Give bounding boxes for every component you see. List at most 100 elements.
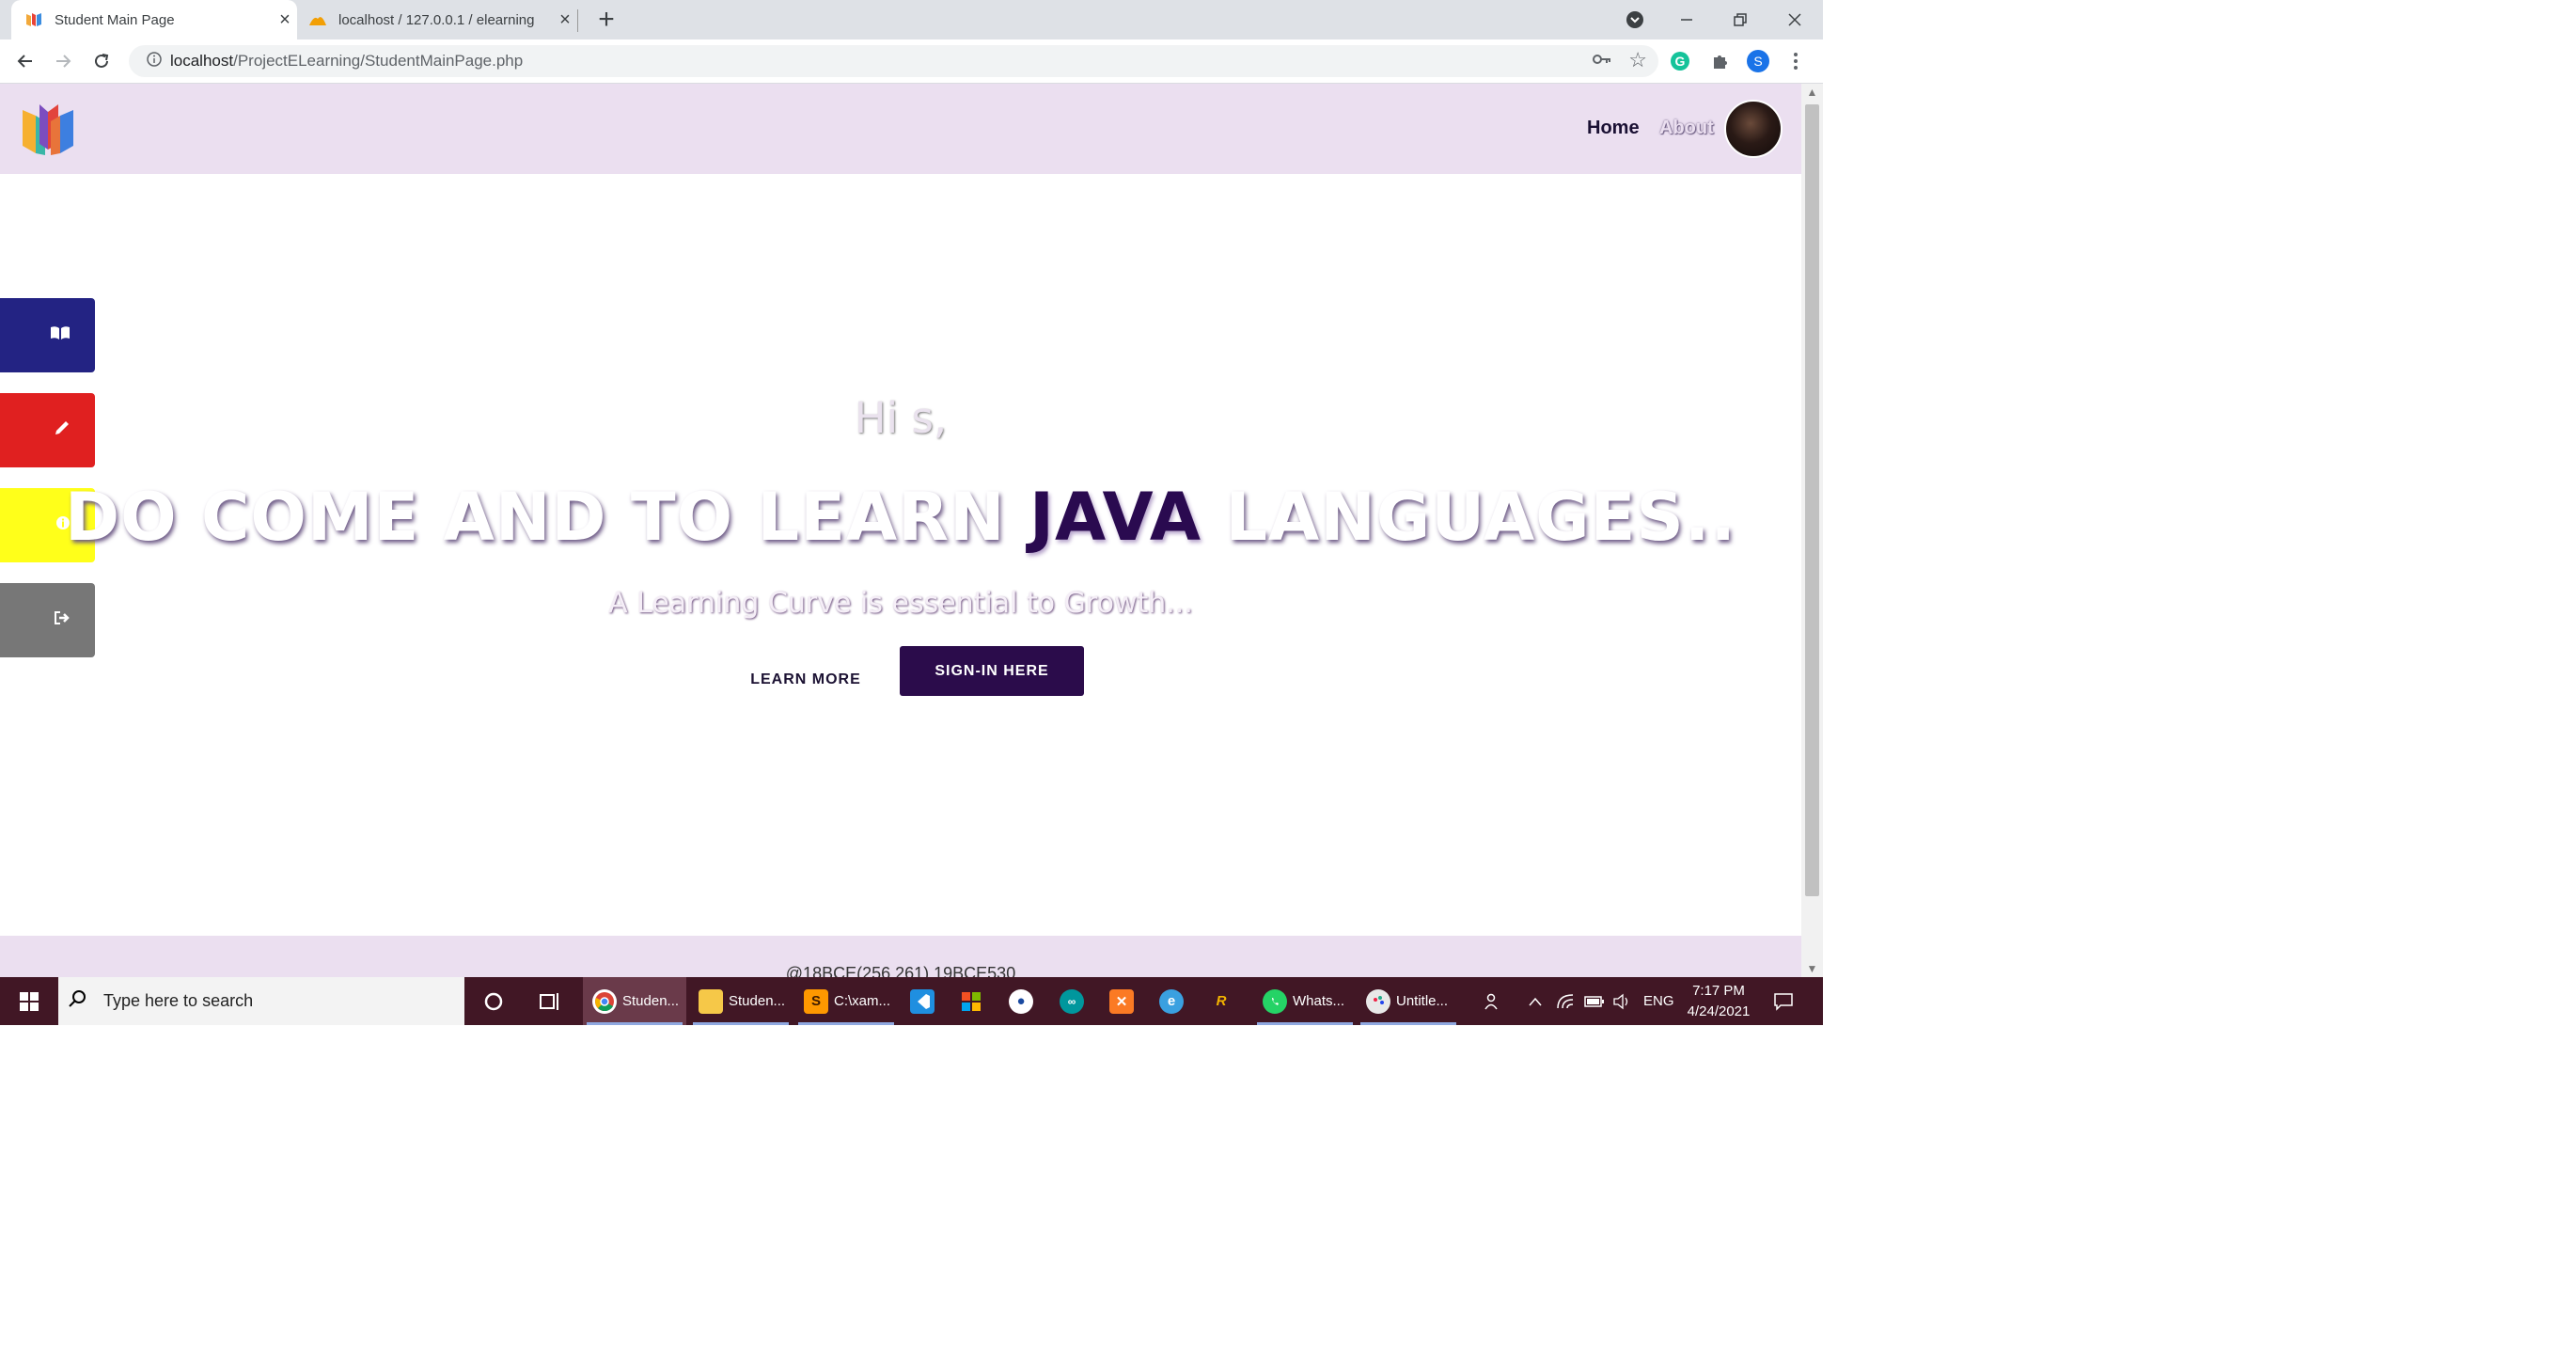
tab-search-icon[interactable] [1608,0,1662,39]
arduino-icon: ∞ [1060,988,1084,1014]
network-icon[interactable] [1556,977,1575,1025]
nav-home-link[interactable]: Home [1587,118,1640,139]
taskbar-xampp[interactable]: ✕ [1109,977,1139,1025]
address-bar[interactable]: localhost/ProjectELearning/StudentMainPa… [129,45,1658,77]
sublime-icon: S [804,988,828,1014]
taskbar-app-label: Untitle... [1396,993,1449,1009]
edge-icon: e [1159,988,1184,1014]
site-navbar: Home About [0,84,1801,174]
volume-icon[interactable] [1612,977,1633,1025]
tab-separator [577,9,578,32]
screen: Student Main Page × localhost / 127.0.0.… [0,0,1823,1025]
svg-text:G: G [1675,54,1686,69]
url-path: /ProjectELearning/StudentMainPage.php [233,52,524,70]
tab-student-main-page[interactable]: Student Main Page × [11,0,297,39]
footer-text: @18BCE(256,261),19BCE530 [785,964,1016,977]
taskbar-app-label: Studen... [622,993,680,1009]
hero-tagline: A Learning Curve is essential to Growth.… [608,587,1193,620]
whatsapp-icon [1263,988,1287,1014]
taskbar-app-generic[interactable]: ● [1009,977,1039,1025]
language-indicator[interactable]: ENG [1643,977,1674,1025]
profile-avatar[interactable]: S [1742,45,1774,77]
greeting-text: Hi s, [854,393,948,443]
taskbar-app-paint[interactable]: Untitle... [1357,977,1460,1025]
cortana-icon[interactable] [479,977,508,1025]
active-indicator [798,1022,894,1025]
tab-title: Student Main Page [55,11,175,28]
taskbar-arduino[interactable]: ∞ [1060,977,1090,1025]
browser-toolbar: localhost/ProjectELearning/StudentMainPa… [0,39,1823,84]
nav-about-link[interactable]: About [1659,118,1714,139]
taskbar-vscode[interactable] [910,977,940,1025]
scroll-thumb[interactable] [1805,104,1819,896]
extensions-puzzle-icon[interactable] [1704,45,1736,77]
tab-strip: Student Main Page × localhost / 127.0.0.… [0,0,1823,39]
book-logo-icon[interactable] [19,101,77,157]
sign-in-button[interactable]: SIGN-IN HERE [900,646,1084,696]
notification-center-icon[interactable] [1773,977,1794,1025]
taskbar-app-label: C:\xam... [834,993,891,1009]
forward-icon[interactable] [47,45,79,77]
book-open-icon [50,324,71,346]
book-logo-icon [24,10,43,29]
xampp-icon: ✕ [1109,988,1134,1014]
system-clock[interactable]: 7:17 PM 4/24/2021 [1675,981,1762,1022]
page-scrollbar[interactable]: ▲ ▼ [1801,84,1823,977]
people-icon[interactable] [1484,977,1504,1025]
tab-title: localhost / 127.0.0.1 / elearning [338,11,535,28]
close-tab-icon[interactable]: × [273,9,297,31]
headline-part1: DO COME AND TO LEARN [64,479,1029,556]
app-circle-icon: ● [1009,988,1033,1014]
password-key-icon[interactable] [1593,50,1611,71]
grammarly-icon[interactable]: G [1664,45,1696,77]
url-text: localhost/ProjectELearning/StudentMainPa… [170,52,523,71]
profile-initial: S [1753,54,1762,69]
battery-icon[interactable] [1584,977,1605,1025]
new-tab-button[interactable]: + [590,4,622,36]
restore-icon[interactable] [1713,0,1767,39]
taskbar-app-label: Whats... [1293,993,1345,1009]
reload-icon[interactable] [86,45,118,77]
taskbar-app-explorer[interactable]: Studen... [689,977,793,1025]
sidebar-book-button[interactable] [0,298,95,372]
active-indicator [693,1022,789,1025]
taskbar-office[interactable] [959,977,989,1025]
taskbar-app-whatsapp[interactable]: Whats... [1253,977,1357,1025]
scroll-up-arrow-icon[interactable]: ▲ [1801,84,1823,101]
taskbar-rstudio[interactable]: R [1209,977,1239,1025]
back-icon[interactable] [9,45,41,77]
minimize-icon[interactable] [1659,0,1714,39]
search-icon [58,989,96,1014]
taskbar-app-chrome[interactable]: Studen... [583,977,686,1025]
phpmyadmin-icon [308,10,327,29]
scroll-down-arrow-icon[interactable]: ▼ [1801,960,1823,977]
taskbar-app-sublime[interactable]: S C:\xam... [794,977,898,1025]
active-indicator [1257,1022,1353,1025]
paint-icon [1366,988,1390,1014]
chrome-icon [592,988,617,1014]
bookmark-star-icon[interactable]: ☆ [1628,48,1647,72]
r-icon: R [1216,993,1227,1009]
close-window-icon[interactable] [1767,0,1822,39]
menu-kebab-icon[interactable] [1780,45,1812,77]
chevron-up-icon[interactable] [1528,977,1543,1025]
active-indicator [1360,1022,1456,1025]
windows-taskbar: Type here to search Studen... Studen... … [0,977,1823,1025]
tab-phpmyadmin[interactable]: localhost / 127.0.0.1 / elearning × [299,0,577,39]
search-placeholder: Type here to search [103,991,254,1010]
taskbar-app-label: Studen... [729,993,786,1009]
clock-time: 7:17 PM [1692,983,1745,999]
office-icon [959,989,983,1014]
vscode-icon [910,988,935,1014]
close-tab-icon[interactable]: × [553,9,577,31]
learn-more-button[interactable]: LEARN MORE [731,655,880,704]
active-indicator [587,1022,683,1025]
taskbar-search-box[interactable]: Type here to search [58,977,464,1025]
task-view-icon[interactable] [536,977,564,1025]
headline-part2: LANGUAGES.. [1202,479,1737,556]
windows-start-icon[interactable] [0,977,58,1025]
headline-highlight: JAVA [1029,479,1202,556]
site-info-icon[interactable] [138,51,170,71]
user-avatar[interactable] [1724,100,1783,158]
taskbar-browser-edge[interactable]: e [1159,977,1189,1025]
